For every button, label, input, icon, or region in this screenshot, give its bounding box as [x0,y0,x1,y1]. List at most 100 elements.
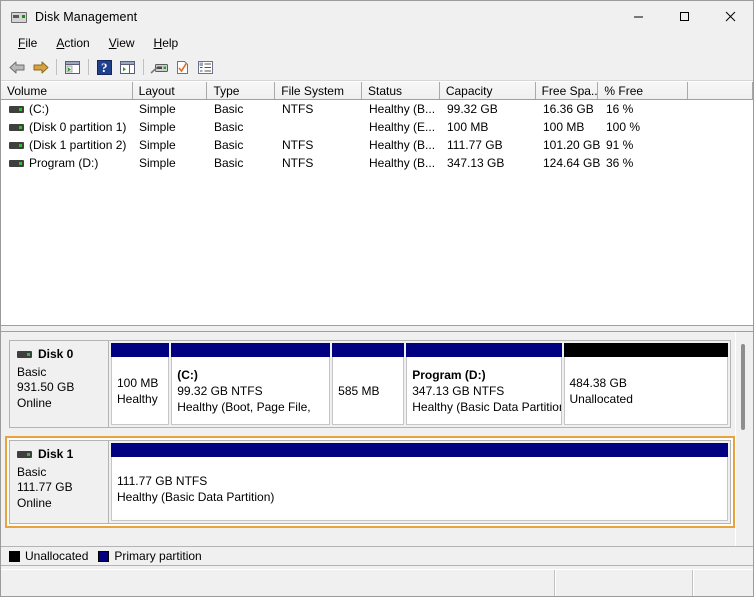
cell-layout: Simple [139,102,176,116]
list-view-icon[interactable] [194,56,217,78]
cell-volume: (Disk 0 partition 1) [1,120,133,134]
column-header-type[interactable]: Type [207,82,276,99]
disk-type: Basic [17,464,47,479]
cell-type: Basic [214,138,244,152]
graph-pane-scrollbar[interactable] [735,332,753,546]
column-header-file-system[interactable]: File System [275,82,363,99]
cell-capacity: 99.32 GB [447,102,498,116]
rescan-disks-icon[interactable] [148,56,171,78]
menu-view[interactable]: View [101,34,144,52]
column-header-capacity[interactable]: Capacity [439,82,536,99]
partition-block[interactable]: 111.77 GB NTFS Healthy (Basic Data Partit… [111,443,728,521]
maximize-button[interactable] [661,1,707,32]
partition-label: (C:) [177,367,198,382]
help-icon[interactable]: ? [93,56,116,78]
partition-details: 111.77 GB NTFS Healthy (Basic Data Partit… [111,457,728,521]
partition-line1: 484.38 GB [569,375,627,390]
partition-line2: Healthy [117,391,158,406]
cell-volume: (C:) [1,102,133,116]
status-pane-3 [693,570,753,596]
column-header-free[interactable]: % Free [598,82,689,99]
column-header-spacer[interactable] [688,82,753,99]
cell-free-space: 16.36 GB [543,102,594,116]
scrollbar-thumb[interactable] [741,344,745,430]
cell-layout: Simple [139,138,176,152]
cell-percent-free: 100 % [606,120,641,134]
menu-action[interactable]: Action [48,34,98,52]
partition-block[interactable]: 484.38 GB Unallocated [563,343,728,425]
cell-file-system: NTFS [282,102,314,116]
legend-swatch-unallocated [9,550,20,562]
disk-type: Basic [17,364,47,379]
close-button[interactable] [707,1,753,32]
disk-info[interactable]: Disk 1 Basic 111.77 GB Online [9,440,108,524]
status-bar [1,569,753,596]
legend-label-unallocated: Unallocated [25,549,89,563]
partition-block[interactable]: 585 MB [332,343,405,425]
column-header-free-spa[interactable]: Free Spa... [535,82,599,99]
partition-block[interactable]: (C:) 99.32 GB NTFS Healthy (Boot, Page Fil… [171,343,331,425]
menu-action-rest: ction [64,36,90,50]
table-row[interactable]: (C:) Simple Basic NTFS Healthy (B... 99.32 GB… [1,100,753,118]
cell-file-system: NTFS [282,138,314,152]
menu-bar: File Action View Help [1,32,753,54]
cell-status: Healthy (B... [369,102,436,116]
disk-state: Online [17,395,52,410]
table-row[interactable]: (Disk 0 partition 1) Simple Basic Healthy (… [1,118,753,136]
minimize-button[interactable] [615,1,661,32]
legend-item-primary-partition: Primary partition [98,549,202,563]
partition-block[interactable]: Program (D:) 347.13 GB NTFS Healthy (Basic… [406,343,562,425]
volume-list-header: Volume Layout Type File System Status Capacit… [1,81,753,100]
show-hide-console-tree-icon[interactable] [61,56,84,78]
show-hide-action-pane-icon[interactable] [116,56,139,78]
cell-free-space: 124.64 GB [543,156,600,170]
disk-name: Disk 1 [38,447,74,461]
status-pane-1 [1,570,555,596]
window-title: Disk Management [35,9,138,24]
partition-details: (C:) 99.32 GB NTFS Healthy (Boot, Page Fil… [171,357,331,425]
svg-text:?: ? [101,60,108,75]
disk-panel-disk-1[interactable]: Disk 1 Basic 111.77 GB Online 111.77 GB NTFS… [5,436,735,528]
properties-icon[interactable] [171,56,194,78]
disk-name: Disk 0 [38,347,74,361]
pane-splitter[interactable] [1,325,753,332]
cell-percent-free: 91 % [606,138,634,152]
partition-details: 484.38 GB Unallocated [563,357,728,425]
partition-block[interactable]: 100 MB Healthy [111,343,170,425]
volume-list-body[interactable]: (C:) Simple Basic NTFS Healthy (B... 99.32 GB… [1,100,753,172]
disk-icon [17,449,33,460]
partition-line2: Healthy (Boot, Page File, [177,399,311,414]
partition-capacity-bar [171,343,331,357]
menu-file[interactable]: File [10,34,46,52]
partition-capacity-bar [563,343,728,357]
disk-info[interactable]: Disk 0 Basic 931.50 GB Online [9,340,108,428]
partition-capacity-bar [111,343,170,357]
menu-help-rest: elp [162,36,179,50]
cell-capacity: 111.77 GB [447,138,503,152]
partition-details: 585 MB [332,357,405,425]
partition-capacity-bar [111,443,728,457]
disk-panel-disk-0[interactable]: Disk 0 Basic 931.50 GB Online 100 MB Healthy(… [5,336,735,432]
volume-list-pane: Volume Layout Type File System Status Capacit… [1,81,753,325]
table-row[interactable]: (Disk 1 partition 2) Simple Basic NTFS Healt… [1,136,753,154]
column-header-volume[interactable]: Volume [1,82,133,99]
column-header-layout[interactable]: Layout [132,82,208,99]
status-pane-2 [555,570,693,596]
cell-percent-free: 16 % [606,102,634,116]
cell-status: Healthy (B... [369,156,436,170]
volume-icon [9,104,25,115]
window-controls [615,1,753,32]
menu-help[interactable]: Help [146,34,188,52]
partition-line1: 99.32 GB NTFS [177,383,263,398]
menu-view-rest: iew [116,36,135,50]
table-row[interactable]: Program (D:) Simple Basic NTFS Healthy (B...… [1,154,753,172]
cell-type: Basic [214,102,244,116]
disk-state: Online [17,495,52,510]
volume-icon [9,140,25,151]
partition-line1: 111.77 GB NTFS [117,473,208,488]
partition-capacity-bar [406,343,562,357]
back-icon[interactable] [6,56,29,78]
column-header-status[interactable]: Status [362,82,440,99]
forward-icon[interactable] [29,56,52,78]
cell-status: Healthy (E... [369,120,436,134]
